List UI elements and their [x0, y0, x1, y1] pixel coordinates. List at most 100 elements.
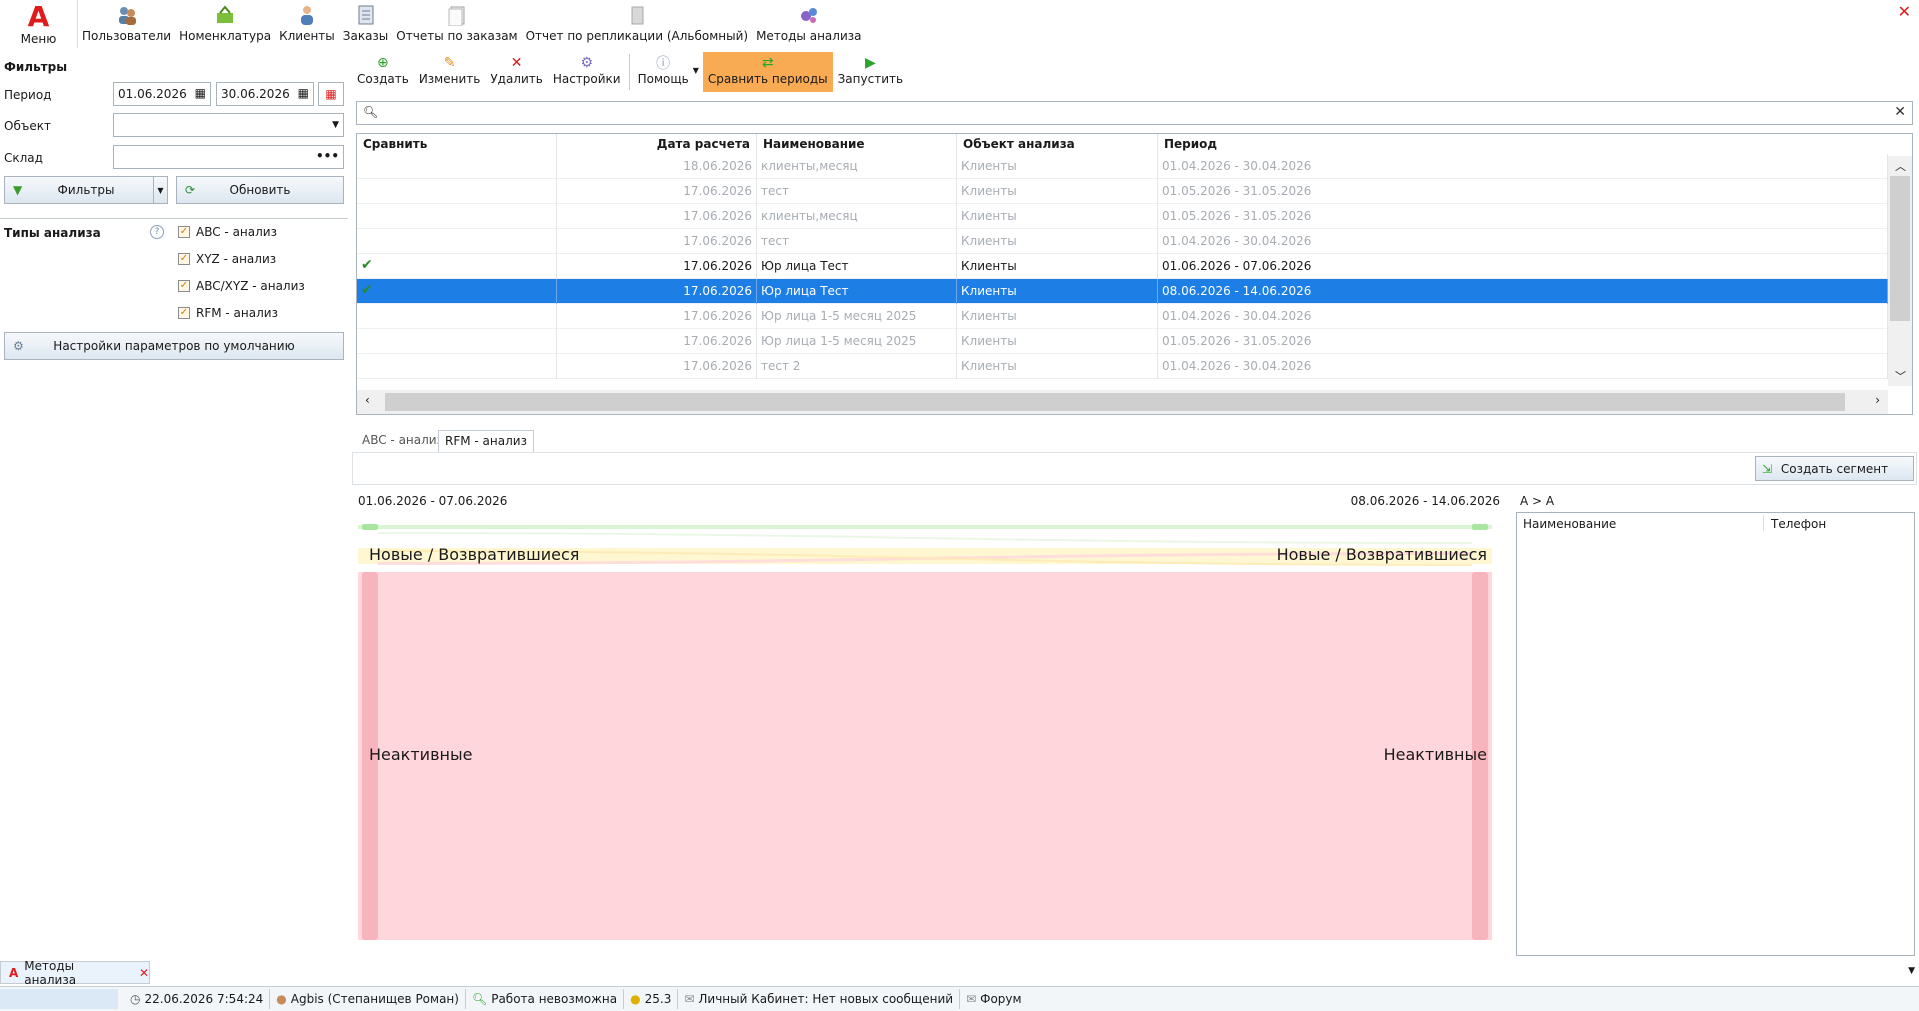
settings-icon: ⚙ [580, 55, 593, 71]
default-settings-button[interactable]: ⚙ Настройки параметров по умолчанию [4, 332, 344, 360]
compare-check-icon[interactable] [357, 204, 557, 229]
col-object[interactable]: Объект анализа [957, 134, 1158, 154]
chevron-left-icon[interactable]: ‹ [365, 393, 370, 407]
warehouse-label: Склад [4, 151, 43, 165]
help-icon[interactable]: ? [150, 225, 164, 239]
segment-title: A > A [1520, 494, 1555, 508]
ellipsis-icon[interactable]: ••• [316, 149, 339, 163]
menu-button[interactable]: A Меню [0, 0, 78, 48]
filters-button[interactable]: ▼ Фильтры ▼ [4, 176, 168, 204]
compare-check-icon[interactable] [357, 154, 557, 179]
green-node-left[interactable] [362, 524, 378, 530]
settings-gear-icon: ⚙ [13, 339, 24, 353]
ribbon-orders[interactable]: Заказы [339, 0, 393, 48]
run-button[interactable]: ▶ Запустить [833, 52, 908, 92]
chevron-up-icon[interactable]: ︿ [1895, 158, 1906, 174]
table-row[interactable]: 18.06.2026 клиенты,месяц Клиенты 01.04.2026… [357, 154, 1888, 179]
tab-abc[interactable]: ABC - анализ [356, 430, 449, 452]
funnel-icon: ▼ [13, 183, 23, 197]
refresh-button[interactable]: ⟳ Обновить [176, 176, 344, 204]
abc-checkbox[interactable]: ✓ ABC - анализ [178, 225, 277, 239]
compare-check-icon[interactable]: ✔ [357, 254, 557, 279]
table-row[interactable]: 17.06.2026 тест Клиенты 01.05.2026 - 31.05.… [357, 179, 1888, 204]
date-to-field[interactable]: 30.06.2026 ▦ [216, 82, 314, 106]
chevron-down-icon[interactable]: ﹀ [1895, 368, 1906, 384]
create-button[interactable]: ⊕ Создать [352, 52, 414, 92]
col-period[interactable]: Период [1158, 134, 1888, 154]
warehouse-field[interactable]: ••• [113, 145, 344, 169]
abcxyz-checkbox[interactable]: ✓ ABC/XYZ - анализ [178, 279, 305, 293]
ribbon-replication-report-label: Отчет по репликации (Альбомный) [525, 29, 749, 43]
close-tab-icon[interactable]: ✕ [139, 966, 149, 980]
col-segment-phone[interactable]: Телефон [1771, 517, 1826, 531]
open-window-tab[interactable]: A Методы анализа ✕ [0, 959, 150, 987]
chevron-down-icon[interactable]: ▼ [332, 120, 339, 130]
settings-button[interactable]: ⚙ Настройки [548, 52, 626, 92]
delete-button[interactable]: ✕ Удалить [485, 52, 548, 92]
status-cabinet[interactable]: ✉ Личный Кабинет: Нет новых сообщений [678, 989, 961, 1009]
clear-search-icon[interactable]: ✕ [1894, 104, 1906, 120]
calendar-icon[interactable]: ▦ [195, 86, 206, 100]
coin-icon: ● [630, 992, 641, 1006]
ribbon-users[interactable]: Пользователи [78, 0, 175, 48]
search-input[interactable]: 🔍︎ ✕ [356, 101, 1913, 125]
table-row[interactable]: ✔ 17.06.2026 Юр лица Тест Клиенты 08.06.2026… [357, 279, 1888, 304]
period-picker-button[interactable]: ▦ [318, 82, 344, 106]
filters-title: Фильтры [4, 60, 68, 74]
table-row[interactable]: ✔ 17.06.2026 Юр лица Тест Клиенты 01.06.2026… [357, 254, 1888, 279]
compare-periods-button[interactable]: ⇄ Сравнить периоды [702, 52, 833, 92]
status-user[interactable]: ● Agbis (Степанищев Роман) [270, 989, 466, 1009]
col-compare[interactable]: Сравнить [357, 134, 557, 154]
segment-toolbar: ⇲ Создать сегмент [352, 452, 1917, 485]
chevron-right-icon[interactable]: › [1875, 393, 1880, 407]
ribbon-replication-report[interactable]: Отчет по репликации (Альбомный) [522, 0, 752, 48]
ribbon-order-reports[interactable]: Отчеты по заказам [392, 0, 521, 48]
table-row[interactable]: 17.06.2026 Юр лица 1-5 месяц 2025 Клиенты 0… [357, 304, 1888, 329]
status-forum[interactable]: ✉ Форум [960, 989, 1028, 1009]
compare-check-icon[interactable] [357, 304, 557, 329]
compare-check-icon[interactable] [357, 179, 557, 204]
ribbon-nomenclature[interactable]: Номенклатура [175, 0, 275, 48]
ribbon-analysis-methods[interactable]: Методы анализа [752, 0, 865, 48]
col-segment-name[interactable]: Наименование [1523, 517, 1616, 531]
horizontal-scrollbar[interactable]: ‹ › [357, 390, 1888, 414]
green-to-yellow-flow [378, 532, 1472, 544]
status-work[interactable]: 🔍︎ Работа невозможна [466, 989, 625, 1009]
xyz-checkbox[interactable]: ✓ XYZ - анализ [178, 252, 276, 266]
pencil-icon: ✎ [443, 55, 456, 71]
table-cell: 17.06.2026 [557, 304, 757, 329]
help-dropdown[interactable]: ▼ [691, 52, 703, 92]
compare-check-icon[interactable] [357, 329, 557, 354]
table-row[interactable]: 17.06.2026 Юр лица 1-5 месяц 2025 Клиенты 0… [357, 329, 1888, 354]
app-logo-icon: A [27, 0, 50, 33]
tab-rfm[interactable]: RFM - анализ [438, 430, 534, 452]
table-cell: 17.06.2026 [557, 329, 757, 354]
compare-check-icon[interactable]: ✔ [357, 279, 557, 304]
filters-dropdown-icon[interactable]: ▼ [153, 177, 167, 203]
date-from-field[interactable]: 01.06.2026 ▦ [113, 82, 211, 106]
scroll-thumb[interactable] [1890, 176, 1910, 321]
col-calc-date[interactable]: Дата расчета [557, 134, 757, 154]
calendar-icon[interactable]: ▦ [298, 86, 309, 100]
table-row[interactable]: 17.06.2026 клиенты,месяц Клиенты 01.05.2026… [357, 204, 1888, 229]
col-name[interactable]: Наименование [757, 134, 957, 154]
edit-button[interactable]: ✎ Изменить [414, 52, 486, 92]
status-version[interactable]: ● 25.3 [624, 989, 679, 1009]
analysis-methods-icon [796, 2, 822, 28]
close-icon[interactable]: ✕ [1898, 2, 1911, 21]
compare-check-icon[interactable] [357, 229, 557, 254]
new-returned-label-left: Новые / Возвратившиеся [369, 545, 580, 564]
green-node-right[interactable] [1472, 524, 1488, 530]
table-row[interactable]: 17.06.2026 тест 2 Клиенты 01.04.2026 - 30.0… [357, 354, 1888, 379]
compare-check-icon[interactable] [357, 354, 557, 379]
help-button[interactable]: ⓘ Помощь [633, 52, 691, 92]
object-select[interactable]: ▼ [113, 113, 344, 137]
create-segment-button[interactable]: ⇲ Создать сегмент [1755, 456, 1914, 481]
checkbox-checked-icon: ✓ [178, 253, 190, 265]
tabs-dropdown-icon[interactable]: ▼ [1908, 966, 1915, 976]
vertical-scrollbar[interactable]: ︿ ﹀ [1888, 156, 1912, 386]
ribbon-clients[interactable]: Клиенты [275, 0, 339, 48]
table-row[interactable]: 17.06.2026 тест Клиенты 01.04.2026 - 30.04.… [357, 229, 1888, 254]
scroll-thumb[interactable] [385, 393, 1845, 411]
rfm-checkbox[interactable]: ✓ RFM - анализ [178, 306, 278, 320]
